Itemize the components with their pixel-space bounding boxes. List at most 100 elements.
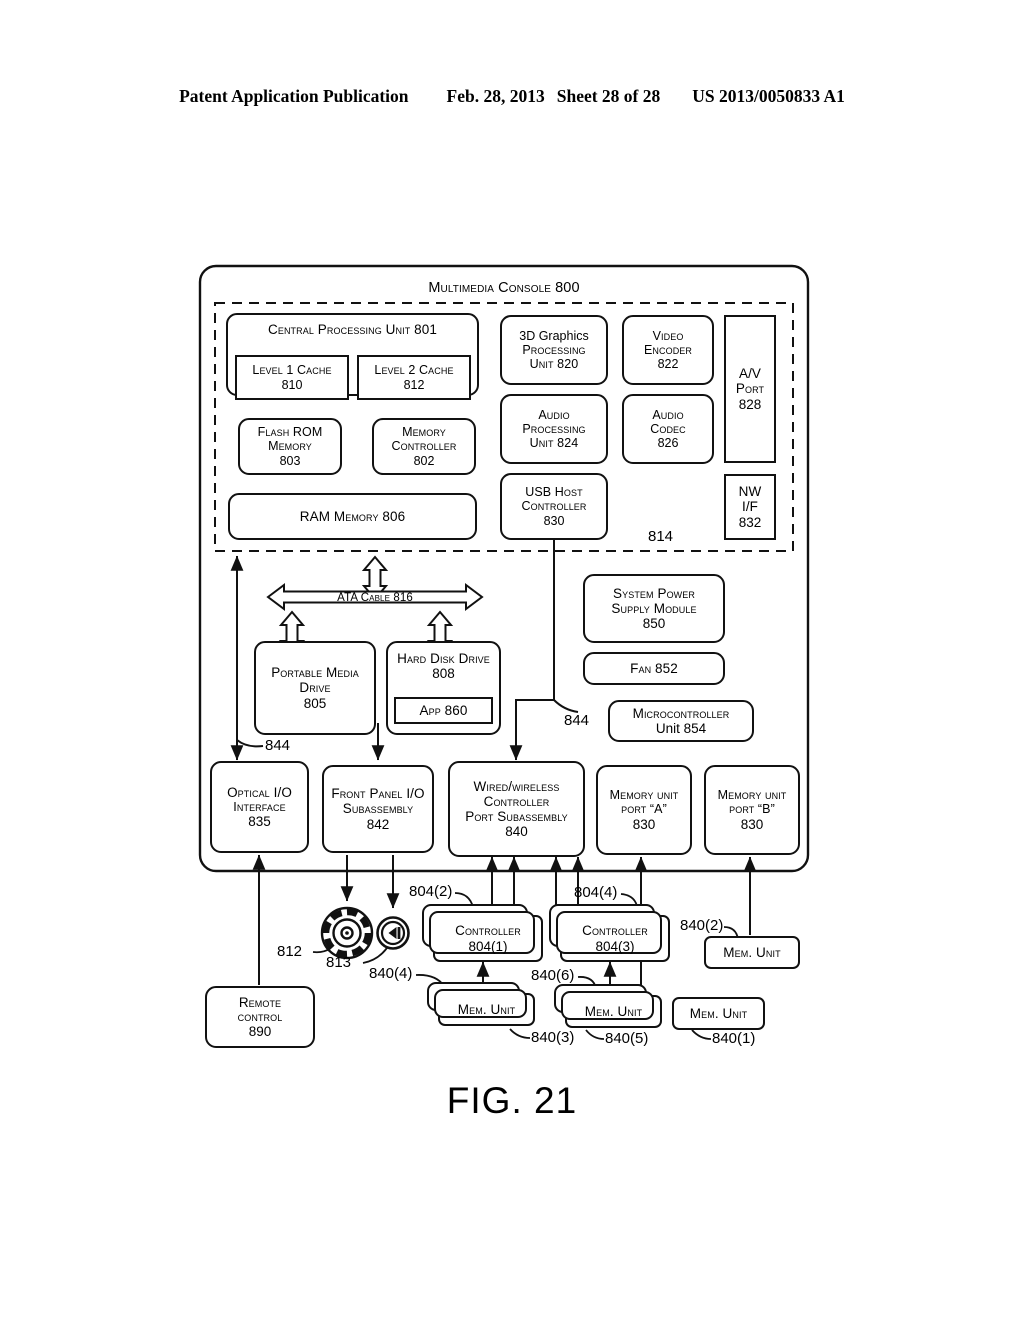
front-panel-number: 842 (366, 816, 390, 832)
mem-port-b-label1: Memory unit (717, 788, 787, 803)
figure-21-diagram: Multimedia Console 800 814 Central Proce… (0, 0, 1024, 1320)
power-supply-box: System Power Supply Module 850 (583, 574, 725, 643)
fan-label: Fan 852 (630, 660, 678, 676)
nw-if-label2: I/F (741, 499, 759, 515)
app-label: App 860 (419, 702, 468, 718)
portable-media-drive-box: Portable Media Drive 805 (254, 641, 376, 735)
remote-label2: control (237, 1009, 283, 1024)
pmd-label2: Drive (299, 680, 331, 696)
ref-812: 812 (277, 943, 303, 960)
leader-844-left (236, 739, 264, 748)
memory-unit-port-b-box: Memory unit port “B” 830 (704, 765, 800, 855)
diagram-connectors (198, 264, 810, 1040)
av-port-number: 828 (738, 396, 762, 412)
optical-io-label1: Optical I/O (227, 784, 292, 800)
psu-label2: Supply Module (611, 600, 697, 616)
cpu-label: Central Processing Unit 801 (268, 322, 437, 337)
nw-if-label1: NW (738, 484, 762, 500)
audio-codec-label1: Audio (652, 407, 684, 422)
app-box: App 860 (394, 697, 493, 724)
remote-control-box: Remote control 890 (205, 986, 315, 1048)
flash-rom-box: Flash ROM Memory 803 (238, 418, 342, 475)
audio-processing-label2: Processing (522, 421, 586, 436)
flash-rom-label2: Memory (268, 439, 312, 454)
wired-label2: Controller (483, 793, 550, 809)
video-encoder-box: Video Encoder 822 (622, 315, 714, 385)
memory-unit-port-a-box: Memory unit port “A” 830 (596, 765, 692, 855)
psu-number: 850 (642, 616, 666, 632)
ata-cable-label-box: ATA Cable 816 (300, 588, 450, 608)
usb-host-label1: USB Host (525, 485, 583, 500)
controller3-number: 804(3) (595, 938, 635, 954)
l1-cache-number: 810 (281, 377, 303, 392)
mem-unit-840-2-box: Mem. Unit (704, 936, 800, 969)
mem-port-a-label1: Memory unit (609, 788, 679, 803)
mem-unit-840-3-box: Mem. Unit (427, 982, 535, 1026)
wired-number: 840 (505, 824, 528, 840)
ram-memory-label: RAM Memory 806 (299, 508, 406, 524)
gpu-label3: Unit 820 (529, 357, 579, 372)
front-panel-label2: Subassembly (342, 801, 414, 817)
front-panel-label1: Front Panel I/O (331, 786, 425, 802)
memory-controller-label2: Controller (391, 439, 457, 454)
mem-unit-840-5-box: Mem. Unit (554, 984, 662, 1028)
mcu-label1: Microcontroller (632, 705, 730, 721)
optical-io-box: Optical I/O Interface 835 (210, 761, 309, 853)
memunit1-label: Mem. Unit (689, 1005, 748, 1021)
audio-processing-label3: Unit 824 (529, 436, 579, 451)
pmd-number: 805 (303, 695, 327, 711)
nw-if-number: 832 (738, 514, 762, 530)
memory-controller-label1: Memory (402, 425, 446, 440)
gpu-box: 3D Graphics Processing Unit 820 (500, 315, 608, 385)
memunit3-label: Mem. Unit (457, 1001, 516, 1017)
ref-840-1: 840(1) (712, 1030, 756, 1047)
video-encoder-label2: Encoder (643, 342, 693, 357)
pmd-label1: Portable Media (271, 665, 359, 681)
ref-844-mid: 844 (564, 712, 590, 729)
usb-host-number: 830 (543, 513, 565, 528)
av-port-label2: Port (735, 381, 765, 397)
leader-840-1 (691, 1029, 712, 1040)
wired-wireless-box: Wired/wireless Controller Port Subassemb… (448, 761, 585, 857)
hdd-number: 808 (432, 666, 455, 682)
console-title-text: Multimedia Console 800 (428, 279, 580, 296)
wired-label1: Wired/wireless (473, 778, 560, 794)
media-eject-icon (376, 916, 410, 950)
ref-840-2: 840(2) (680, 917, 724, 934)
soc-label-814: 814 (648, 528, 674, 545)
mem-unit-840-1-box: Mem. Unit (672, 997, 765, 1030)
audio-codec-number: 826 (657, 436, 679, 451)
remote-label1: Remote (238, 994, 282, 1010)
gpu-label1: 3D Graphics (519, 328, 589, 343)
usb-host-controller-box: USB Host Controller 830 (500, 473, 608, 540)
flash-rom-number: 803 (279, 453, 301, 468)
ref-840-5: 840(5) (605, 1030, 649, 1047)
usb-host-label2: Controller (521, 499, 587, 514)
ata-cable-label: ATA Cable 816 (337, 591, 413, 604)
optical-io-number: 835 (248, 814, 271, 830)
ref-813: 813 (326, 954, 352, 971)
hdd-label1: Hard Disk Drive (397, 651, 490, 666)
leader-840-5 (585, 1029, 605, 1040)
memunit5-label: Mem. Unit (584, 1003, 643, 1019)
fan-box: Fan 852 (583, 652, 725, 685)
controller3-label: Controller (582, 923, 648, 939)
audio-codec-label2: Codec (650, 421, 686, 436)
controller-804-1-box: Controller 804(1) (422, 904, 543, 962)
memory-controller-number: 802 (413, 453, 435, 468)
leader-840-3 (509, 1028, 531, 1039)
mcu-label2: Unit 854 (655, 721, 707, 736)
ref-840-6: 840(6) (531, 967, 575, 984)
ref-804-4: 804(4) (574, 884, 618, 901)
l1-cache-label: Level 1 Cache (252, 363, 332, 378)
remote-number: 890 (248, 1024, 272, 1040)
optical-disc-icon (320, 906, 374, 960)
ref-804-2: 804(2) (409, 883, 453, 900)
controller-804-3-box: Controller 804(3) (549, 904, 670, 962)
ref-844-left: 844 (265, 737, 291, 754)
audio-codec-box: Audio Codec 826 (622, 394, 714, 464)
wired-label3: Port Subassembly (465, 809, 568, 824)
mem-port-a-label2: port “A” (621, 802, 667, 817)
connector-usb-to-wired (509, 540, 555, 761)
flash-rom-label1: Flash ROM (257, 425, 323, 440)
